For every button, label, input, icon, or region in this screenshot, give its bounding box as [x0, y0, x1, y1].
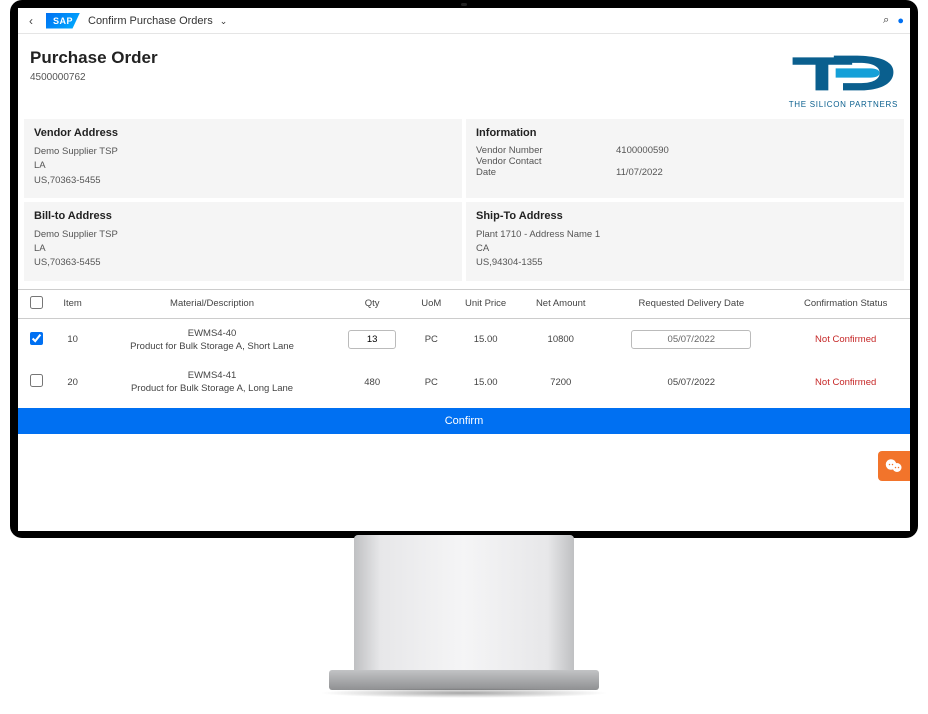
- shell-title-text: Confirm Purchase Orders: [88, 15, 213, 27]
- page-titles: Purchase Order 4500000762: [30, 48, 158, 83]
- information-heading: Information: [476, 127, 894, 139]
- col-material: Material/Description: [91, 289, 333, 318]
- material-desc: Product for Bulk Storage A, Long Lane: [95, 382, 329, 395]
- partner-logo-text: THE SILICON PARTNERS: [788, 100, 898, 109]
- shipto-name: Plant 1710 - Address Name 1: [476, 228, 894, 242]
- vendor-name: Demo Supplier TSP: [34, 145, 452, 159]
- material-description: EWMS4-41 Product for Bulk Storage A, Lon…: [91, 361, 333, 404]
- row-checkbox[interactable]: [30, 332, 43, 345]
- app-screen: ‹ SAP Confirm Purchase Orders ⌄ ⌕ ● Purc…: [18, 8, 910, 531]
- confirm-label: Confirm: [445, 415, 484, 427]
- shell-actions: ⌕ ●: [883, 14, 904, 27]
- shipto-zip: US,94304-1355: [476, 256, 894, 270]
- monitor-stand-neck: [354, 535, 574, 675]
- partner-logo: THE SILICON PARTNERS: [788, 48, 898, 109]
- table-row: 20 EWMS4-41 Product for Bulk Storage A, …: [18, 361, 910, 404]
- select-all-checkbox[interactable]: [30, 296, 43, 309]
- vendor-number-value: 4100000590: [616, 145, 669, 156]
- date-value: 11/07/2022: [616, 167, 663, 178]
- shipto-heading: Ship-To Address: [476, 210, 894, 222]
- billto-heading: Bill-to Address: [34, 210, 452, 222]
- uom-value: PC: [412, 318, 451, 361]
- material-code: EWMS4-41: [95, 369, 329, 382]
- date-value: 05/07/2022: [668, 377, 716, 388]
- page-title: Purchase Order: [30, 48, 158, 68]
- confirmation-status: Not Confirmed: [781, 361, 910, 404]
- items-table: Item Material/Description Qty UoM Unit P…: [18, 289, 910, 404]
- uom-value: PC: [412, 361, 451, 404]
- tsp-logo-icon: [788, 48, 898, 98]
- confirmation-status: Not Confirmed: [781, 318, 910, 361]
- monitor-shadow: [319, 688, 609, 698]
- camera-icon: [461, 3, 467, 6]
- qty-value: 480: [364, 377, 380, 388]
- billto-zip: US,70363-5455: [34, 256, 452, 270]
- sap-logo-icon[interactable]: SAP: [46, 13, 80, 29]
- items-table-wrap: Item Material/Description Qty UoM Unit P…: [18, 289, 910, 404]
- shell-title-dropdown[interactable]: Confirm Purchase Orders ⌄: [88, 15, 227, 27]
- vendor-number-label: Vendor Number: [476, 145, 616, 156]
- billto-city: LA: [34, 242, 452, 256]
- monitor-stand-base: [329, 670, 599, 690]
- search-icon[interactable]: ⌕: [883, 14, 889, 27]
- table-row: 10 EWMS4-40 Product for Bulk Storage A, …: [18, 318, 910, 361]
- shipto-city: CA: [476, 242, 894, 256]
- col-uom: UoM: [412, 289, 451, 318]
- item-number: 20: [54, 361, 91, 404]
- vendor-zip: US,70363-5455: [34, 174, 452, 188]
- po-number: 4500000762: [30, 72, 158, 83]
- vendor-address-heading: Vendor Address: [34, 127, 452, 139]
- date-input[interactable]: [631, 330, 751, 349]
- table-header-row: Item Material/Description Qty UoM Unit P…: [18, 289, 910, 318]
- vendor-address-card: Vendor Address Demo Supplier TSP LA US,7…: [24, 119, 462, 198]
- unit-price-value: 15.00: [451, 318, 520, 361]
- user-icon[interactable]: ●: [897, 15, 904, 27]
- information-card: Information Vendor Number 4100000590 Ven…: [466, 119, 904, 198]
- col-net-amount: Net Amount: [520, 289, 601, 318]
- col-req-date: Requested Delivery Date: [601, 289, 781, 318]
- chevron-down-icon: ⌄: [220, 16, 228, 26]
- shipto-card: Ship-To Address Plant 1710 - Address Nam…: [466, 202, 904, 281]
- chat-icon[interactable]: [878, 451, 910, 481]
- row-checkbox[interactable]: [30, 374, 43, 387]
- vendor-city: LA: [34, 159, 452, 173]
- page-header: Purchase Order 4500000762 THE SILICON PA…: [18, 34, 910, 115]
- unit-price-value: 15.00: [451, 361, 520, 404]
- vendor-contact-label: Vendor Contact: [476, 156, 616, 167]
- shell-header: ‹ SAP Confirm Purchase Orders ⌄ ⌕ ●: [18, 8, 910, 34]
- item-number: 10: [54, 318, 91, 361]
- col-unit-price: Unit Price: [451, 289, 520, 318]
- col-item: Item: [54, 289, 91, 318]
- monitor-frame: ‹ SAP Confirm Purchase Orders ⌄ ⌕ ● Purc…: [10, 0, 918, 538]
- billto-card: Bill-to Address Demo Supplier TSP LA US,…: [24, 202, 462, 281]
- material-code: EWMS4-40: [95, 327, 329, 340]
- col-conf-status: Confirmation Status: [781, 289, 910, 318]
- back-icon[interactable]: ‹: [24, 14, 38, 28]
- date-label: Date: [476, 167, 616, 178]
- col-qty: Qty: [333, 289, 412, 318]
- net-amount-value: 10800: [520, 318, 601, 361]
- confirm-button[interactable]: Confirm: [18, 408, 910, 434]
- billto-name: Demo Supplier TSP: [34, 228, 452, 242]
- qty-input[interactable]: [348, 330, 396, 349]
- material-description: EWMS4-40 Product for Bulk Storage A, Sho…: [91, 318, 333, 361]
- net-amount-value: 7200: [520, 361, 601, 404]
- material-desc: Product for Bulk Storage A, Short Lane: [95, 340, 329, 353]
- info-grid: Vendor Address Demo Supplier TSP LA US,7…: [18, 115, 910, 285]
